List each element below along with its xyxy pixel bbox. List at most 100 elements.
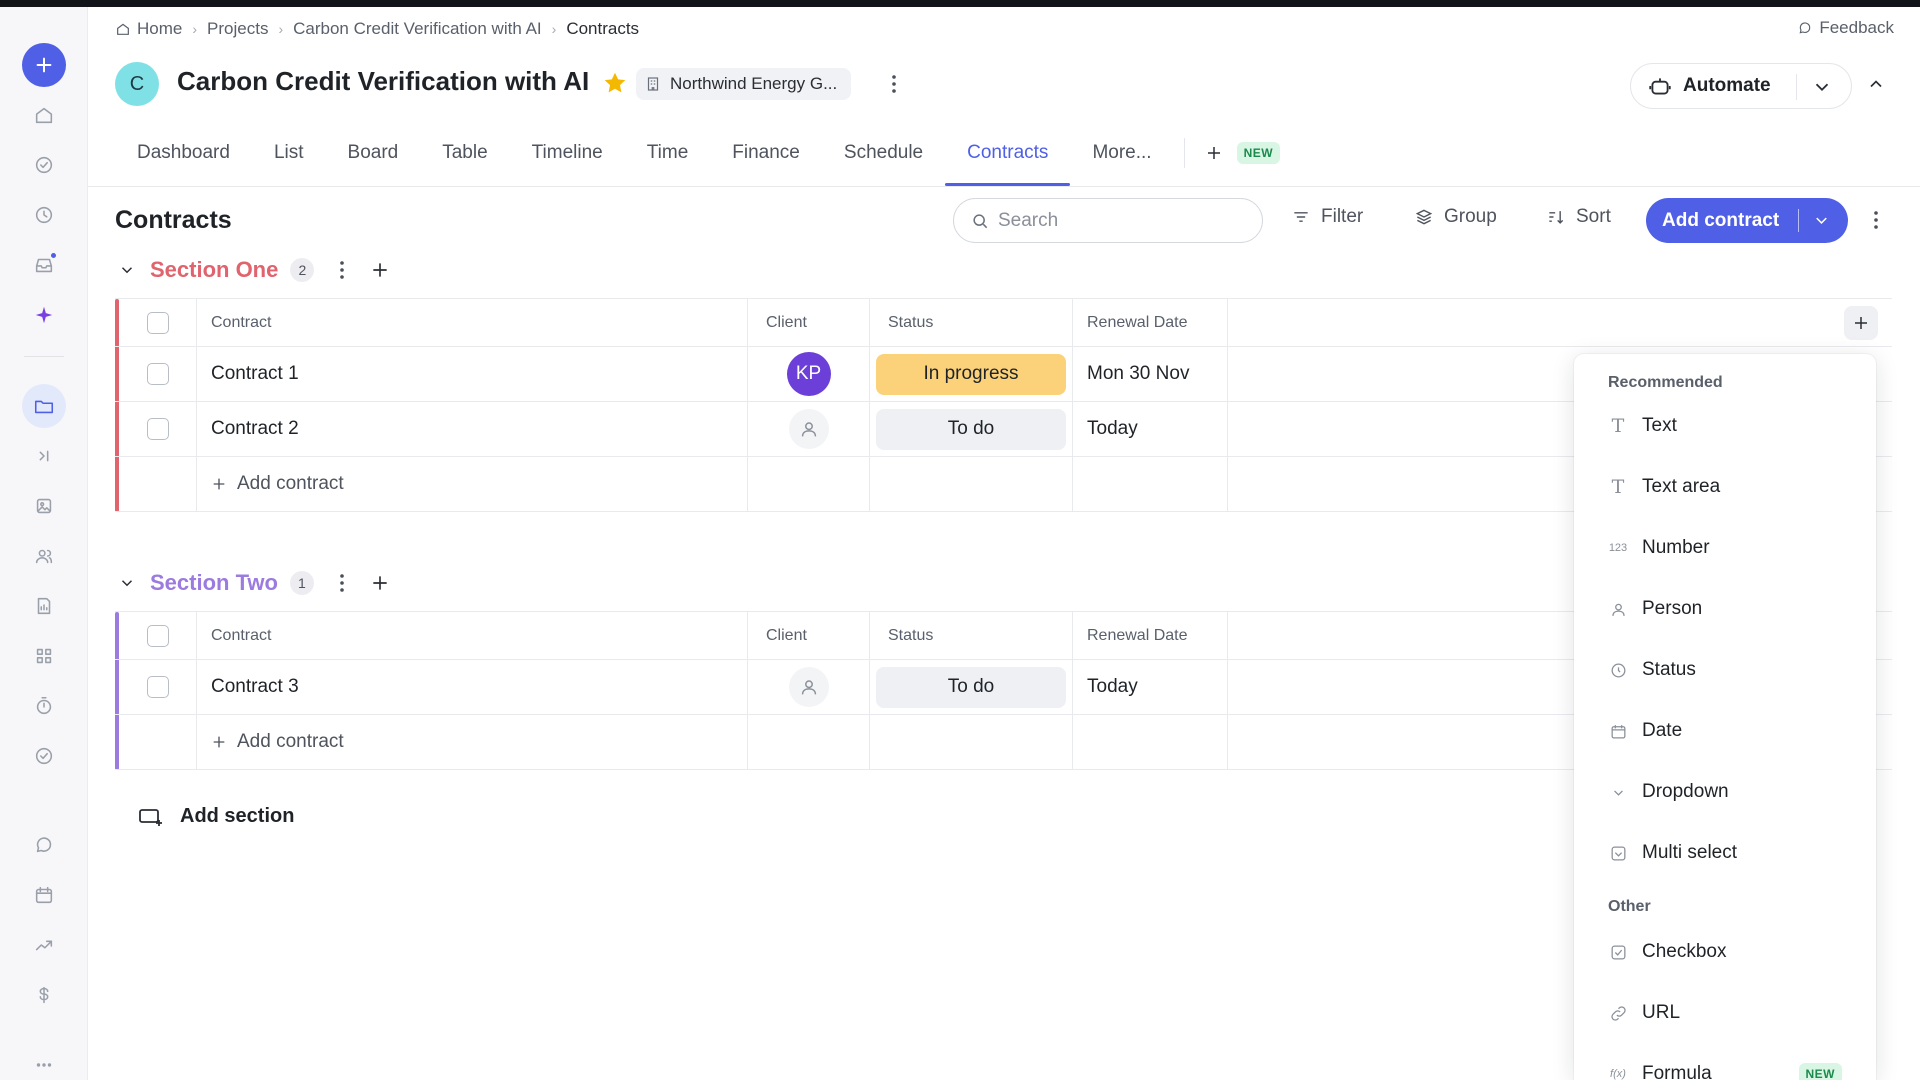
select-all-checkbox[interactable] <box>146 624 169 647</box>
renewal-date[interactable]: Today <box>1073 660 1228 714</box>
rail-tasks[interactable] <box>22 143 66 187</box>
menu-item-url[interactable]: URL <box>1608 998 1858 1028</box>
rail-projects[interactable] <box>22 384 66 428</box>
select-all-checkbox[interactable] <box>146 311 169 334</box>
add-section-button[interactable]: Add section <box>138 805 294 828</box>
rail-timer[interactable] <box>22 684 66 728</box>
tab-list[interactable]: List <box>252 136 326 186</box>
column-header-client[interactable]: Client <box>748 612 870 659</box>
renewal-date[interactable]: Today <box>1073 402 1228 456</box>
tab-table[interactable]: Table <box>420 136 509 186</box>
add-view-button[interactable] <box>1197 136 1231 170</box>
menu-item-date[interactable]: Date <box>1608 716 1858 746</box>
menu-item-number[interactable]: 123 Number <box>1608 533 1858 563</box>
section-name[interactable]: Section Two <box>150 570 278 596</box>
sort-button[interactable]: Sort <box>1546 206 1611 228</box>
project-title[interactable]: Carbon Credit Verification with AI <box>177 66 589 97</box>
column-header-contract[interactable]: Contract <box>197 299 748 346</box>
rail-calendar[interactable] <box>22 873 66 917</box>
group-button[interactable]: Group <box>1414 206 1497 228</box>
row-checkbox[interactable] <box>146 363 169 385</box>
client-cell[interactable] <box>748 660 870 714</box>
tab-more[interactable]: More... <box>1070 136 1173 186</box>
menu-item-multi-select[interactable]: Multi select <box>1608 838 1858 868</box>
organization-chip[interactable]: Northwind Energy G... <box>636 68 852 100</box>
add-field-menu: Recommended T Text T Text area 123 Numbe… <box>1574 354 1876 1080</box>
search-input[interactable] <box>998 209 1248 232</box>
rail-home[interactable] <box>22 93 66 137</box>
contract-name[interactable]: Contract 1 <box>197 347 748 401</box>
column-header-renewal-date[interactable]: Renewal Date <box>1073 612 1228 659</box>
section-name[interactable]: Section One <box>150 257 278 283</box>
menu-item-checkbox[interactable]: Checkbox <box>1608 937 1858 967</box>
rail-chat[interactable] <box>22 823 66 867</box>
column-header-client[interactable]: Client <box>748 299 870 346</box>
feedback-button[interactable]: Feedback <box>1797 18 1894 38</box>
tab-timeline[interactable]: Timeline <box>510 136 625 186</box>
status-cell[interactable]: In progress <box>870 347 1073 401</box>
contract-name[interactable]: Contract 2 <box>197 402 748 456</box>
breadcrumb-project[interactable]: Carbon Credit Verification with AI <box>293 19 542 39</box>
rail-recent[interactable] <box>22 193 66 237</box>
chevron-down-icon[interactable] <box>1811 76 1833 98</box>
tab-dashboard[interactable]: Dashboard <box>115 136 252 186</box>
rail-ai[interactable] <box>22 293 66 337</box>
client-cell[interactable] <box>748 402 870 456</box>
rail-goals[interactable] <box>22 923 66 967</box>
row-checkbox[interactable] <box>146 418 169 440</box>
row-checkbox[interactable] <box>146 676 169 698</box>
status-cell[interactable]: To do <box>870 402 1073 456</box>
client-cell[interactable]: KP <box>748 347 870 401</box>
breadcrumb-home[interactable]: Home <box>137 19 182 39</box>
chevron-up-icon[interactable] <box>1866 74 1886 94</box>
add-contract-row-button[interactable]: Add contract <box>197 457 748 511</box>
chevron-down-icon[interactable] <box>1812 211 1831 230</box>
contract-name[interactable]: Contract 3 <box>197 660 748 714</box>
renewal-date[interactable]: Mon 30 Nov <box>1073 347 1228 401</box>
column-header-renewal-date[interactable]: Renewal Date <box>1073 299 1228 346</box>
menu-item-person[interactable]: Person <box>1608 594 1858 624</box>
column-header-status[interactable]: Status <box>870 612 1073 659</box>
plus-icon[interactable] <box>370 573 390 593</box>
tab-finance[interactable]: Finance <box>710 136 822 186</box>
menu-item-formula[interactable]: f(x) Formula NEW <box>1608 1059 1858 1080</box>
star-icon[interactable] <box>602 70 628 96</box>
create-button[interactable] <box>22 43 66 87</box>
rail-more[interactable] <box>22 1043 66 1080</box>
filter-button[interactable]: Filter <box>1291 206 1363 228</box>
menu-item-text[interactable]: T Text <box>1608 411 1858 441</box>
rail-inbox[interactable] <box>22 243 66 287</box>
column-header-contract[interactable]: Contract <box>197 612 748 659</box>
automate-button[interactable]: Automate <box>1630 63 1852 109</box>
section-options-button[interactable] <box>332 258 352 282</box>
chevron-down-icon[interactable] <box>118 261 136 279</box>
page-options-button[interactable] <box>1866 208 1886 232</box>
add-column-button[interactable] <box>1844 306 1878 340</box>
chevron-down-icon[interactable] <box>118 574 136 592</box>
menu-item-dropdown[interactable]: Dropdown <box>1608 777 1858 807</box>
rail-apps[interactable] <box>22 634 66 678</box>
rail-media[interactable] <box>22 484 66 528</box>
tab-board[interactable]: Board <box>326 136 421 186</box>
tab-time[interactable]: Time <box>625 136 711 186</box>
tab-schedule[interactable]: Schedule <box>822 136 945 186</box>
column-header-status[interactable]: Status <box>870 299 1073 346</box>
project-options-button[interactable] <box>884 72 904 96</box>
menu-item-label: Multi select <box>1642 842 1738 863</box>
menu-item-text-area[interactable]: T Text area <box>1608 472 1858 502</box>
search-box[interactable] <box>953 198 1263 243</box>
filter-icon <box>1294 212 1308 222</box>
add-contract-row-button[interactable]: Add contract <box>197 715 748 769</box>
breadcrumb-projects[interactable]: Projects <box>207 19 268 39</box>
rail-reports[interactable] <box>22 584 66 628</box>
plus-icon[interactable] <box>370 260 390 280</box>
status-cell[interactable]: To do <box>870 660 1073 714</box>
add-contract-button[interactable]: Add contract <box>1646 198 1848 243</box>
rail-people[interactable] <box>22 534 66 578</box>
tab-contracts[interactable]: Contracts <box>945 136 1071 186</box>
rail-approvals[interactable] <box>22 734 66 778</box>
menu-item-status[interactable]: Status <box>1608 655 1858 685</box>
section-options-button[interactable] <box>332 571 352 595</box>
rail-finance[interactable] <box>22 973 66 1017</box>
rail-expand[interactable] <box>22 434 66 478</box>
